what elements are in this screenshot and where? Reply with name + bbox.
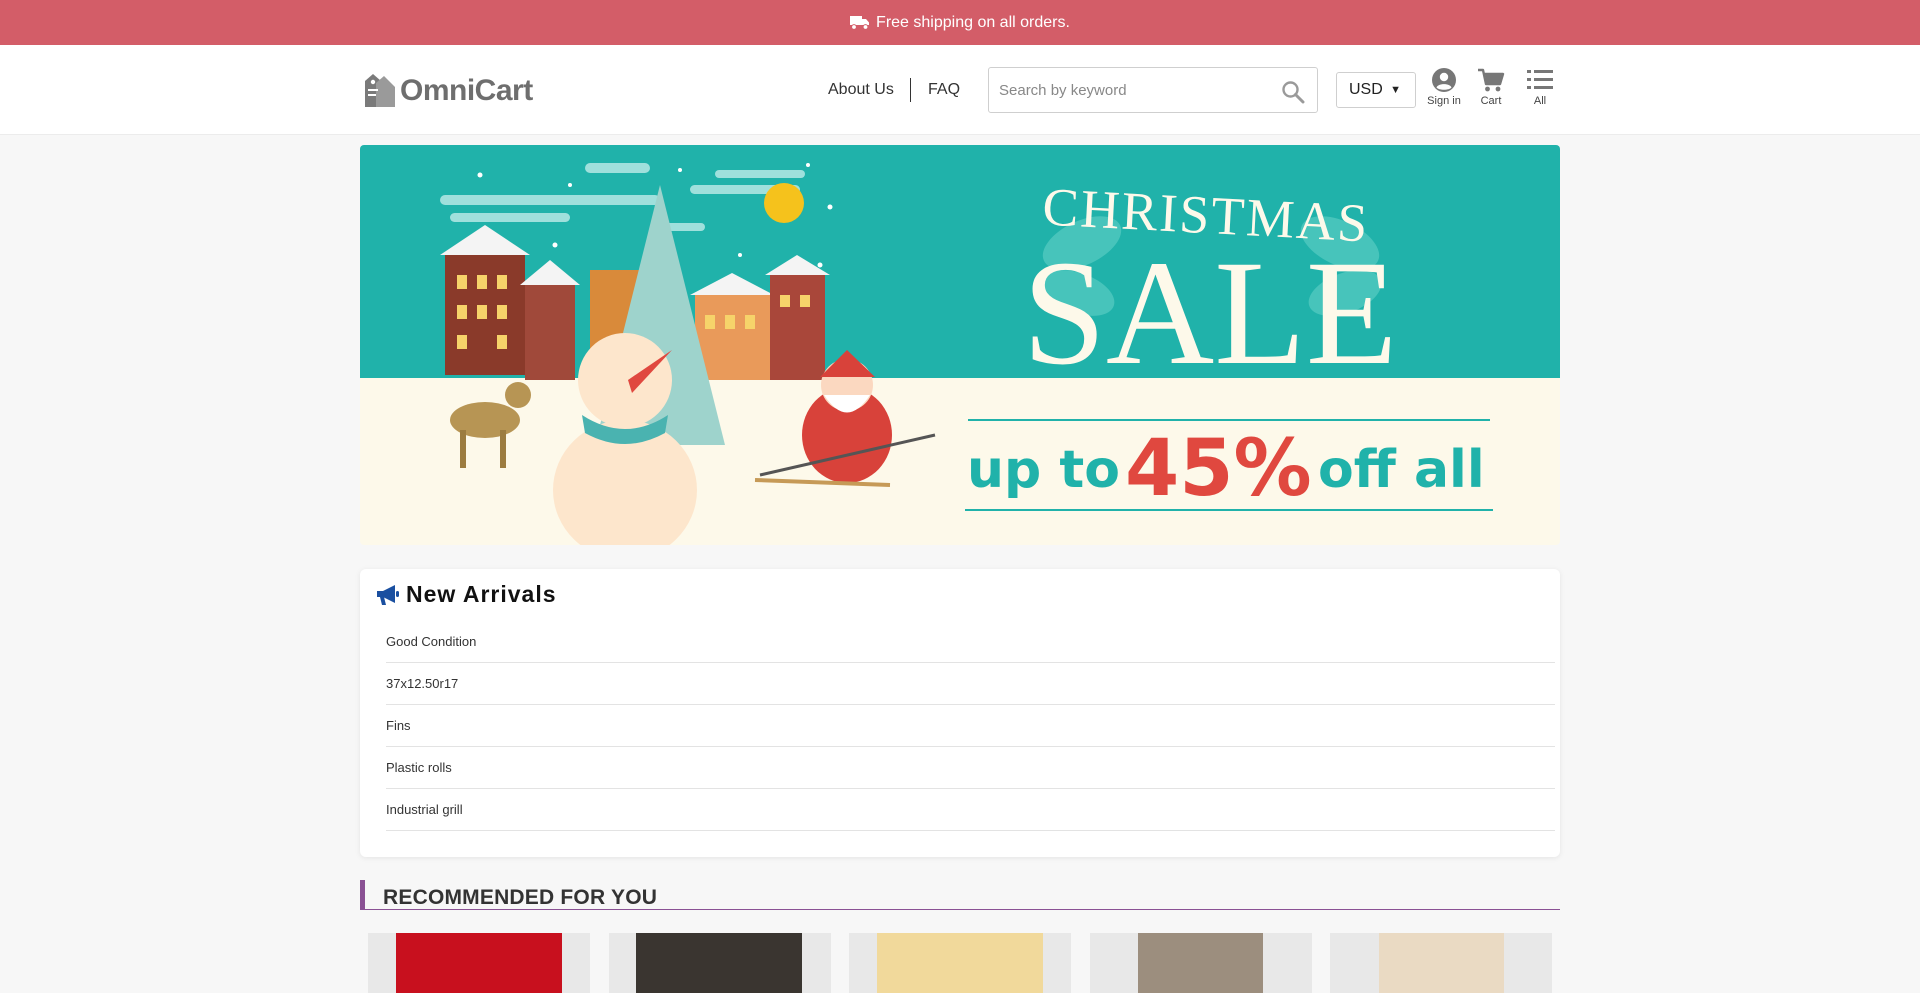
menu-icon (1527, 70, 1553, 89)
cart-label: Cart (1480, 95, 1502, 107)
sign-in-button[interactable]: Sign in (1424, 67, 1464, 107)
sun-icon (764, 183, 804, 223)
new-arrivals-title: New Arrivals (406, 581, 557, 607)
cart-icon (1478, 68, 1505, 92)
new-arrival-item[interactable]: Fins (386, 705, 1555, 747)
truck-icon (850, 16, 870, 30)
megaphone-icon (377, 584, 399, 605)
new-arrivals-panel: New Arrivals Good Condition 37x12.50r17 … (360, 569, 1560, 857)
logo[interactable]: OmniCart (362, 71, 533, 111)
banner-offer-prefix: up to (967, 440, 1120, 500)
product-card[interactable] (1090, 933, 1312, 993)
user-icon (1432, 68, 1456, 92)
cart-button[interactable]: Cart (1471, 67, 1511, 107)
tag-icon (365, 74, 395, 107)
christmas-sale-banner[interactable]: CHRISTMAS SALE up to 45% off all (360, 145, 1560, 545)
recommended-products (368, 933, 1552, 993)
banner-illustration: CHRISTMAS SALE up to 45% off all (360, 145, 1560, 545)
search-icon (1282, 81, 1305, 104)
all-menu-button[interactable]: All (1520, 67, 1560, 107)
nav-faq[interactable]: FAQ (928, 81, 960, 99)
nav-about-us[interactable]: About Us (828, 81, 894, 99)
search-input[interactable] (999, 76, 1269, 104)
banner-offer-suffix: off all (1318, 440, 1485, 500)
product-card[interactable] (368, 933, 590, 993)
site-header: OmniCart About Us FAQ USD ▼ Sign in (0, 45, 1920, 135)
product-card[interactable] (849, 933, 1071, 993)
product-image (877, 933, 1043, 993)
product-card[interactable] (609, 933, 831, 993)
promo-bar: Free shipping on all orders. (0, 0, 1920, 45)
sign-in-label: Sign in (1427, 95, 1461, 107)
promo-text: Free shipping on all orders. (876, 13, 1070, 31)
product-image (636, 933, 802, 993)
search-button[interactable] (1281, 80, 1305, 104)
banner-headline-main: SALE (1023, 230, 1398, 396)
banner-offer-percent: 45% (1125, 424, 1312, 514)
new-arrival-item[interactable]: Good Condition (386, 621, 1555, 663)
product-image (396, 933, 562, 993)
chevron-down-icon: ▼ (1390, 84, 1401, 96)
new-arrival-item[interactable]: Industrial grill (386, 789, 1555, 831)
product-card[interactable] (1330, 933, 1552, 993)
new-arrivals-header: New Arrivals (376, 581, 557, 608)
currency-value: USD (1349, 81, 1383, 98)
product-image (1138, 933, 1263, 993)
recommended-header: RECOMMENDED FOR YOU (360, 880, 1560, 910)
search-box (988, 67, 1318, 113)
product-image (1379, 933, 1504, 993)
new-arrival-item[interactable]: Plastic rolls (386, 747, 1555, 789)
new-arrival-item[interactable]: 37x12.50r17 (386, 663, 1555, 705)
currency-select[interactable]: USD ▼ (1336, 72, 1416, 108)
new-arrivals-list: Good Condition 37x12.50r17 Fins Plastic … (386, 621, 1555, 831)
recommended-title: RECOMMENDED FOR YOU (383, 886, 658, 909)
nav-divider (910, 78, 911, 102)
logo-text: OmniCart (400, 74, 533, 107)
all-label: All (1533, 95, 1547, 107)
